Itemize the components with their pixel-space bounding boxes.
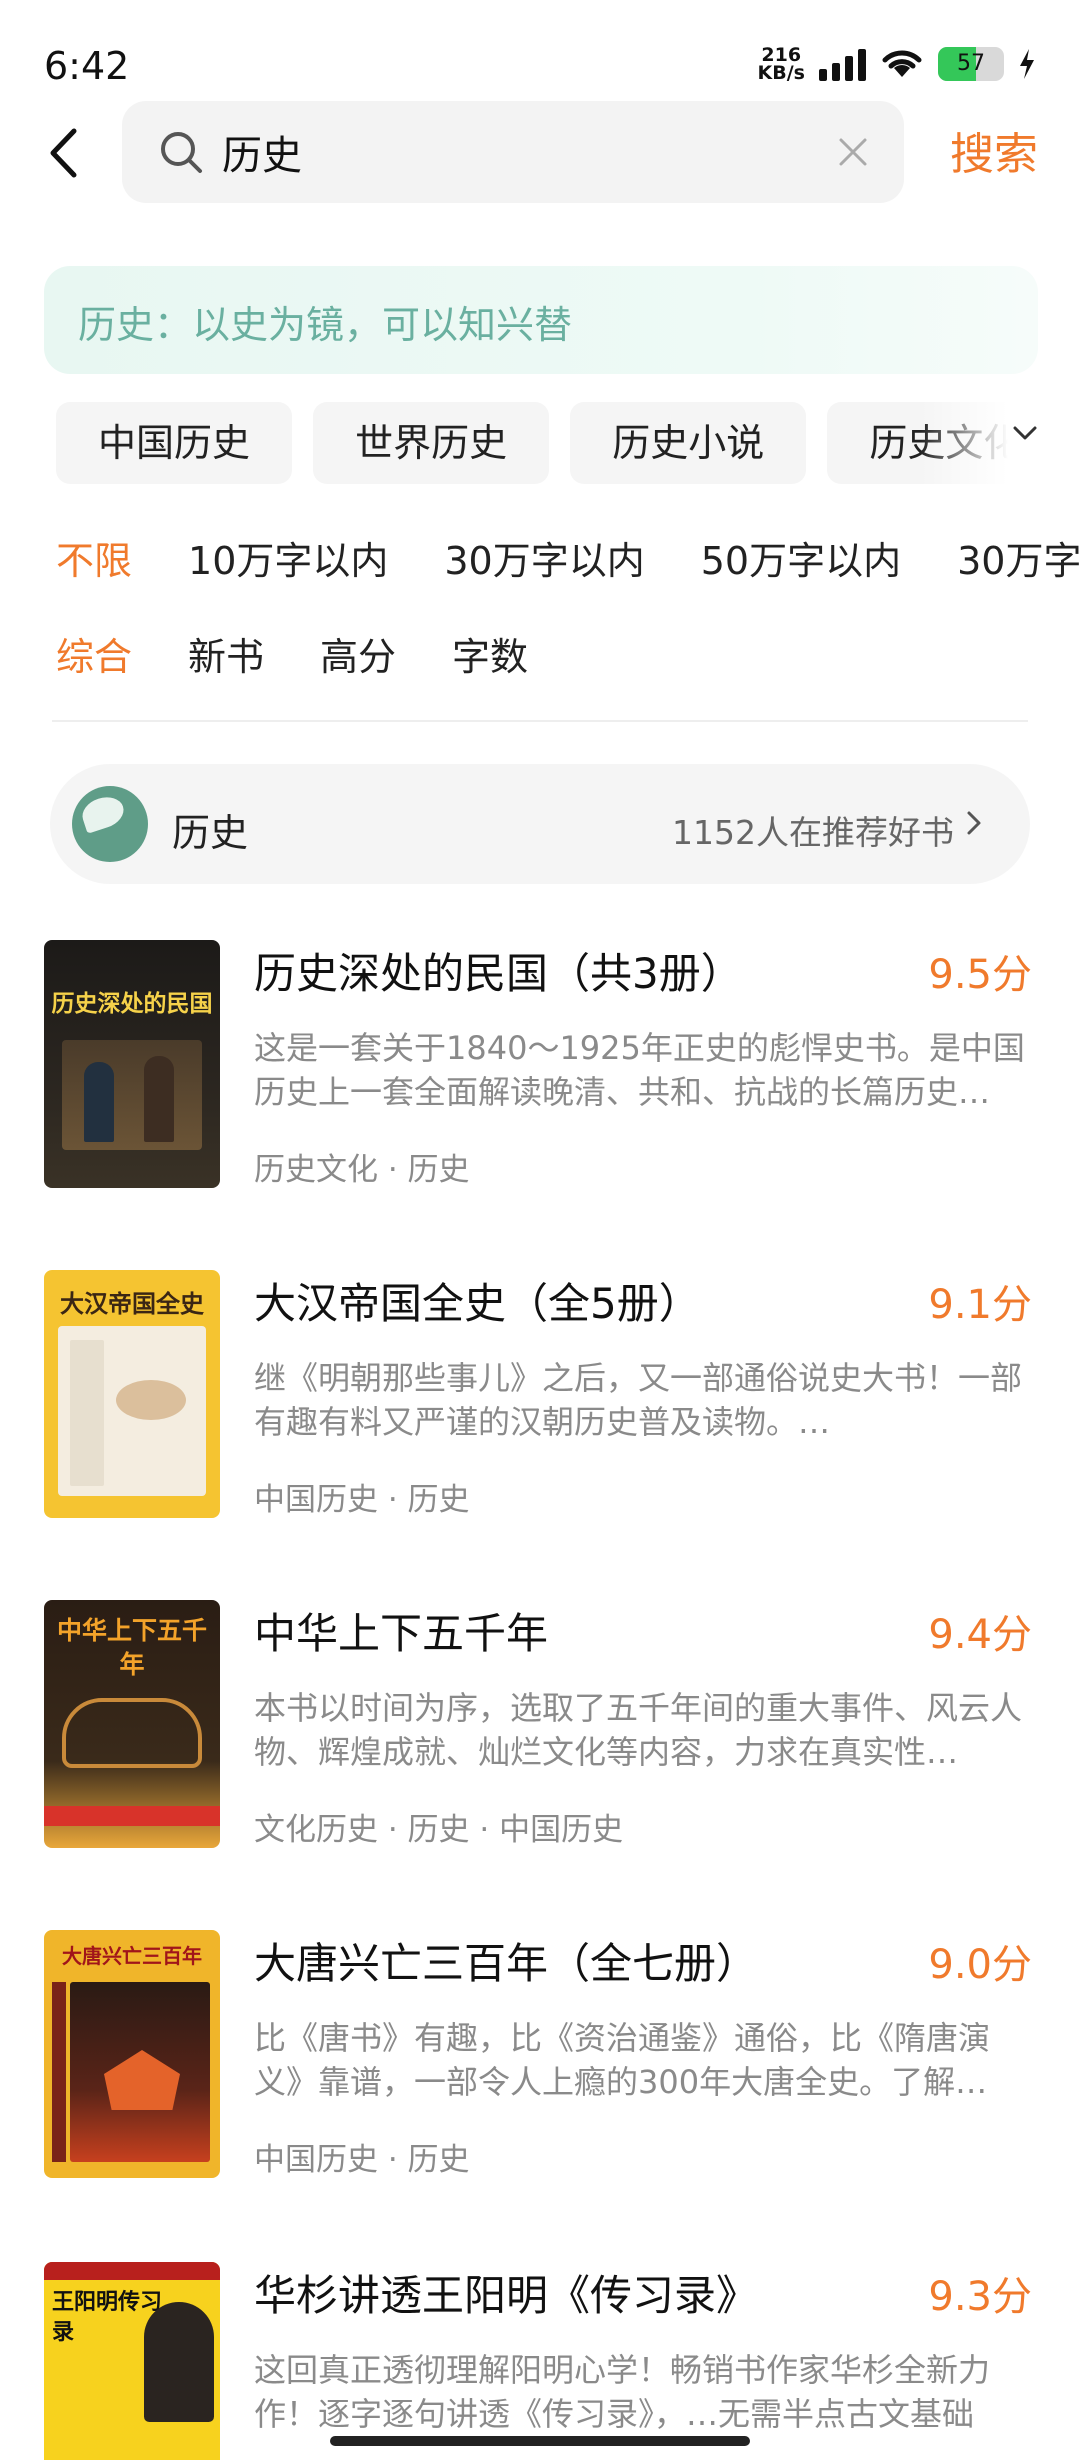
clear-button[interactable]: [832, 131, 874, 173]
book-item[interactable]: 历史深处的民国 历史深处的民国（共3册） 9.5分 这是一套关于1840～192…: [0, 940, 1080, 1200]
sort-option[interactable]: 高分: [320, 626, 396, 681]
chevron-right-icon: [967, 811, 981, 835]
status-icons: 216 KB/s 57: [757, 46, 1036, 84]
sort-option[interactable]: 综合: [56, 626, 132, 681]
divider: [52, 720, 1028, 722]
search-icon: [161, 132, 202, 173]
close-icon: [839, 138, 867, 166]
book-cover: 中华上下五千年: [44, 1600, 220, 1848]
book-tags: 中国历史 · 历史: [254, 2142, 470, 2178]
back-button[interactable]: [38, 118, 88, 188]
book-description: 这是一套关于1840～1925年正史的彪悍史书。是中国历史上一套全面解读晚清、共…: [254, 1029, 1025, 1111]
cover-title: 大唐兴亡三百年: [62, 1944, 202, 1968]
book-title: 中华上下五千年: [254, 1609, 549, 1658]
book-item[interactable]: 王阳明传习录 华杉讲透王阳明《传习录》 9.3分 这回真正透彻理解阳明心学！畅销…: [0, 2262, 1080, 2460]
book-tags: 历史文化 · 历史: [254, 1152, 470, 1188]
banner-text: 历史：以史为镜，可以知兴替: [78, 303, 573, 347]
filter-option[interactable]: 10万字以内: [188, 530, 388, 585]
wifi-icon: [882, 50, 922, 77]
word-count-filter: 不限 10万字以内 30万字以内 50万字以内 30万字: [56, 530, 1080, 585]
sort-filter: 综合 新书 高分 字数: [56, 626, 584, 681]
chips-fade: [920, 402, 1080, 486]
book-title: 华杉讲透王阳明《传习录》: [254, 2271, 759, 2320]
book-title: 大唐兴亡三百年（全七册）: [254, 1939, 759, 1988]
book-cover: 历史深处的民国: [44, 940, 220, 1188]
book-score: 9.5分: [928, 952, 1032, 998]
cover-title: 历史深处的民国: [51, 991, 213, 1017]
battery-percent: 57: [957, 51, 985, 76]
category-chip[interactable]: 历史小说: [570, 402, 807, 484]
book-tags: 文化历史 · 历史 · 中国历史: [254, 1812, 624, 1848]
book-score: 9.3分: [928, 2274, 1032, 2320]
book-description: 这回真正透彻理解阳明心学！畅销书作家华杉全新力作！逐字逐句讲透《传习录》，…无需…: [254, 2351, 991, 2433]
book-description: 继《明朝那些事儿》之后，又一部通俗说史大书！一部有趣有料又严谨的汉朝历史普及读物…: [254, 1359, 1023, 1441]
book-item[interactable]: 大唐兴亡三百年 大唐兴亡三百年（全七册） 9.0分 比《唐书》有趣，比《资治通鉴…: [0, 1930, 1080, 2190]
cover-title: 大汉帝国全史: [60, 1290, 204, 1318]
net-speed: 216 KB/s: [757, 46, 805, 84]
book-item[interactable]: 中华上下五千年 中华上下五千年 9.4分 本书以时间为序，选取了五千年间的重大事…: [0, 1600, 1080, 1860]
back-arrow-icon: [50, 128, 77, 178]
sort-option[interactable]: 字数: [452, 626, 528, 681]
category-chip[interactable]: 世界历史: [313, 402, 550, 484]
book-description: 比《唐书》有趣，比《资治通鉴》通俗，比《隋唐演义》靠谱，一部令人上瘾的300年大…: [254, 2019, 991, 2101]
topic-avatar: [72, 786, 148, 862]
filter-option[interactable]: 30万字以内: [444, 530, 644, 585]
charging-icon: [1020, 49, 1034, 79]
book-score: 9.4分: [928, 1612, 1032, 1658]
book-item[interactable]: 大汉帝国全史 大汉帝国全史（全5册） 9.1分 继《明朝那些事儿》之后，又一部通…: [0, 1270, 1080, 1530]
search-button[interactable]: 搜索: [950, 118, 1038, 182]
book-description: 本书以时间为序，选取了五千年间的重大事件、风云人物、辉煌成就、灿烂文化等内容，力…: [254, 1689, 1023, 1771]
book-score: 9.0分: [928, 1942, 1032, 1988]
filter-option[interactable]: 50万字以内: [701, 530, 901, 585]
search-box[interactable]: [122, 101, 904, 203]
signal-icon: [819, 47, 866, 81]
topic-card[interactable]: 历史 1152人在推荐好书: [50, 764, 1030, 884]
filter-option[interactable]: 30万字: [957, 530, 1080, 585]
search-results-screen: 6:42 216 KB/s 57 历史 搜索 历史：以史为镜，可以知兴替 中国历…: [0, 0, 1080, 2460]
book-title: 历史深处的民国（共3册）: [254, 949, 743, 998]
topic-recommend-count: 1152人在推荐好书: [672, 813, 954, 852]
net-speed-unit: KB/s: [757, 62, 805, 84]
home-indicator[interactable]: [330, 2436, 750, 2446]
filter-option[interactable]: 不限: [56, 530, 132, 585]
search-input[interactable]: [222, 123, 802, 181]
status-time: 6:42: [44, 44, 130, 88]
book-score: 9.1分: [928, 1282, 1032, 1328]
book-tags: 中国历史 · 历史: [254, 1482, 470, 1518]
topic-name: 历史: [172, 811, 249, 855]
book-title: 大汉帝国全史（全5册）: [254, 1279, 701, 1328]
book-cover: 王阳明传习录: [44, 2262, 220, 2460]
chevron-down-icon[interactable]: [1012, 424, 1038, 442]
category-chip[interactable]: 中国历史: [56, 402, 293, 484]
book-cover: 大唐兴亡三百年: [44, 1930, 220, 2178]
battery-icon: 57: [938, 47, 1004, 81]
topic-quote-banner[interactable]: 历史：以史为镜，可以知兴替: [44, 266, 1038, 374]
sort-option[interactable]: 新书: [188, 626, 264, 681]
cover-title: 中华上下五千年: [56, 1616, 207, 1679]
book-cover: 大汉帝国全史: [44, 1270, 220, 1518]
